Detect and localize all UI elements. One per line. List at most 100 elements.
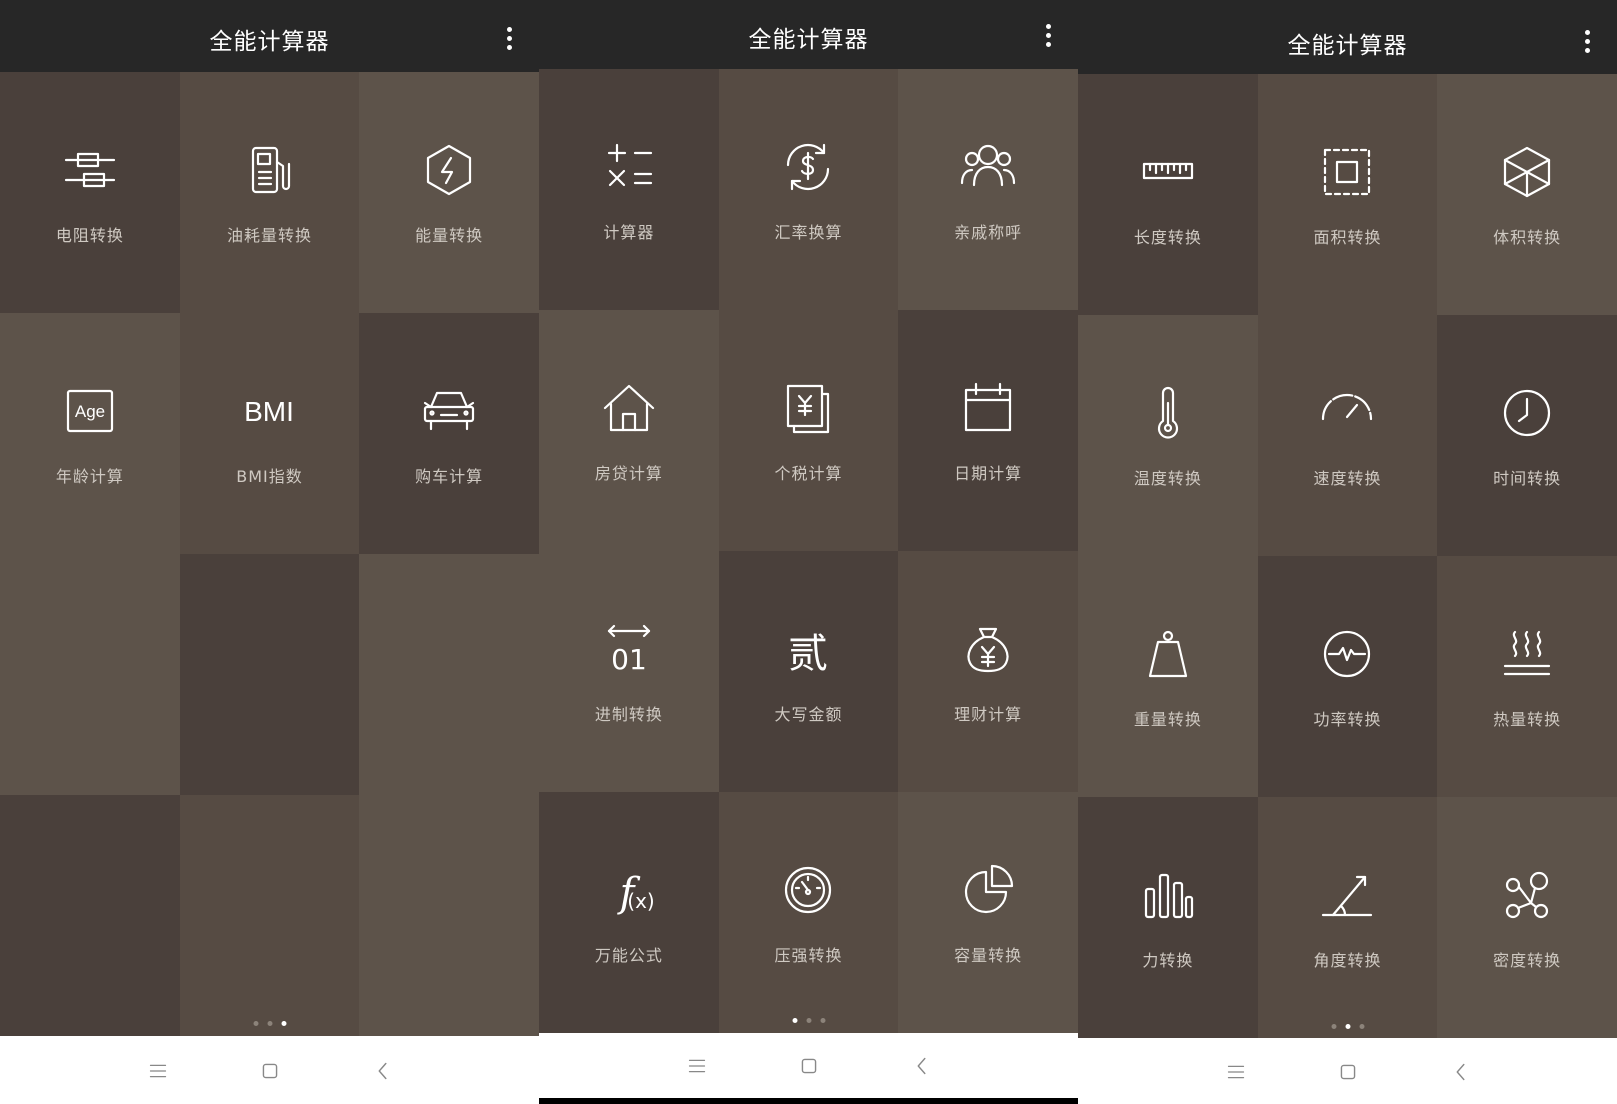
- tool-tile-label: 亲戚称呼: [954, 223, 1023, 242]
- tool-tile[interactable]: 重量转换: [1078, 556, 1258, 797]
- system-nav-bar: [539, 1034, 1078, 1098]
- tool-tile[interactable]: 速度转换: [1257, 315, 1438, 556]
- page-indicator: [792, 1018, 825, 1023]
- empty-tile: [0, 554, 180, 795]
- tool-tile[interactable]: 理财计算: [898, 551, 1078, 792]
- page-dot: [267, 1021, 272, 1026]
- tool-tile[interactable]: f (x) 万能公式: [539, 792, 719, 1033]
- empty-tile: [179, 795, 360, 1036]
- tool-tile[interactable]: Age 年龄计算: [0, 313, 180, 554]
- tool-grid: 长度转换 面积转换 体积转换 温度转换 速度转换 时间转换重量转换 功率转换 热量转换 力转换 角…: [1078, 74, 1617, 1038]
- calculator-operators-icon: [597, 135, 661, 199]
- tool-tile[interactable]: 面积转换: [1257, 74, 1438, 315]
- tool-tile-label: 密度转换: [1493, 951, 1562, 970]
- tool-tile[interactable]: 体积转换: [1437, 74, 1617, 315]
- tool-tile[interactable]: 个税计算: [718, 310, 899, 551]
- clock-icon: [1495, 381, 1559, 445]
- back-icon[interactable]: [1446, 1057, 1476, 1087]
- page-dot: [1345, 1024, 1350, 1029]
- tool-tile[interactable]: 时间转换: [1437, 315, 1617, 556]
- tool-tile[interactable]: 容量转换: [898, 792, 1078, 1033]
- weight-icon: [1136, 622, 1200, 686]
- app-title: 全能计算器: [209, 29, 330, 55]
- tool-tile[interactable]: 油耗量转换: [179, 72, 360, 313]
- tool-tile[interactable]: BMI BMI指数: [179, 313, 360, 554]
- menu-icon[interactable]: [143, 1056, 173, 1086]
- tool-tile[interactable]: 密度转换: [1437, 797, 1617, 1038]
- home-icon[interactable]: [794, 1051, 824, 1081]
- app-bar: 全能计算器: [0, 0, 539, 72]
- money-bag-icon: [956, 617, 1020, 681]
- tool-tile[interactable]: 能量转换: [359, 72, 539, 313]
- tool-tile-label: 角度转换: [1313, 951, 1382, 970]
- tool-tile[interactable]: 房贷计算: [539, 310, 719, 551]
- formula-icon: f (x): [597, 858, 661, 922]
- svg-text:BMI: BMI: [245, 396, 295, 427]
- tool-tile-label: 压强转换: [774, 946, 843, 965]
- screen-panel-1: 全能计算器电阻转换 油耗量转换 能量转换 Age 年龄计算 BMI BMI指数 购车计算: [0, 0, 539, 1104]
- force-bars-icon: [1136, 863, 1200, 927]
- tool-tile[interactable]: 购车计算: [359, 313, 539, 554]
- home-icon[interactable]: [1333, 1057, 1363, 1087]
- tool-tile-label: 日期计算: [954, 464, 1023, 483]
- tool-tile-label: 长度转换: [1133, 228, 1202, 247]
- tool-tile-label: 电阻转换: [55, 226, 124, 245]
- system-nav-bar: [0, 1037, 539, 1104]
- menu-icon[interactable]: [1221, 1057, 1251, 1087]
- tool-tile[interactable]: 力转换: [1078, 797, 1258, 1038]
- tool-tile[interactable]: 功率转换: [1257, 556, 1438, 797]
- tool-tile-label: 年龄计算: [55, 467, 124, 486]
- tool-tile[interactable]: 温度转换: [1078, 315, 1258, 556]
- resistor-icon: [58, 138, 122, 202]
- page-dot: [806, 1018, 811, 1023]
- more-options-icon[interactable]: [497, 23, 521, 53]
- svg-text:(x): (x): [627, 889, 654, 913]
- ruler-icon: [1136, 140, 1200, 204]
- tool-grid: 计算器 汇率换算 亲戚称呼房贷计算 个税计算日期计算 01 进制转换 贰大写金额理财计算 f(…: [539, 69, 1078, 1033]
- app-bar: 全能计算器: [1078, 0, 1617, 74]
- pressure-gauge-icon: [776, 858, 840, 922]
- tool-tile-label: 计算器: [603, 223, 655, 242]
- tool-tile[interactable]: 汇率换算: [718, 69, 899, 310]
- page-dot: [253, 1021, 258, 1026]
- tool-tile[interactable]: 01 进制转换: [539, 551, 719, 792]
- speedometer-icon: [1315, 381, 1379, 445]
- cube-icon: [1495, 140, 1559, 204]
- tool-tile-label: 进制转换: [594, 705, 663, 724]
- more-options-icon[interactable]: [1575, 26, 1599, 56]
- tool-tile-label: 重量转换: [1133, 710, 1202, 729]
- tool-tile[interactable]: 角度转换: [1257, 797, 1438, 1038]
- back-icon[interactable]: [368, 1056, 398, 1086]
- uppercase-amount-icon: 贰: [776, 617, 840, 681]
- screen-panel-3: 全能计算器长度转换 面积转换 体积转换 温度转换 速度转换 时间转换重量转换 功率转换 热量转…: [1078, 0, 1617, 1104]
- density-molecule-icon: [1495, 863, 1559, 927]
- power-pulse-icon: [1315, 622, 1379, 686]
- tool-tile[interactable]: 长度转换: [1078, 74, 1258, 315]
- svg-text:01: 01: [611, 643, 647, 676]
- number-base-icon: 01: [597, 617, 661, 681]
- house-icon: [597, 376, 661, 440]
- tool-tile-label: 汇率换算: [774, 223, 843, 242]
- tool-tile-label: 时间转换: [1493, 469, 1562, 488]
- tool-tile[interactable]: 热量转换: [1437, 556, 1617, 797]
- age-icon: Age: [58, 379, 122, 443]
- empty-tile: [359, 795, 539, 1036]
- menu-icon[interactable]: [682, 1051, 712, 1081]
- tool-tile[interactable]: 计算器: [539, 69, 719, 310]
- tool-tile-label: 功率转换: [1313, 710, 1382, 729]
- home-icon[interactable]: [255, 1056, 285, 1086]
- more-options-icon[interactable]: [1036, 20, 1060, 50]
- tool-tile[interactable]: 日期计算: [898, 310, 1078, 551]
- tool-tile-label: 理财计算: [954, 705, 1023, 724]
- tool-tile-label: BMI指数: [236, 467, 303, 486]
- tax-document-icon: [776, 376, 840, 440]
- tool-tile[interactable]: 电阻转换: [0, 72, 180, 313]
- page-indicator: [253, 1021, 286, 1026]
- heat-icon: [1495, 622, 1559, 686]
- fuel-pump-icon: [237, 138, 301, 202]
- back-icon[interactable]: [907, 1051, 937, 1081]
- tool-tile[interactable]: 压强转换: [718, 792, 899, 1033]
- angle-icon: [1315, 863, 1379, 927]
- tool-tile[interactable]: 贰大写金额: [718, 551, 899, 792]
- tool-tile[interactable]: 亲戚称呼: [898, 69, 1078, 310]
